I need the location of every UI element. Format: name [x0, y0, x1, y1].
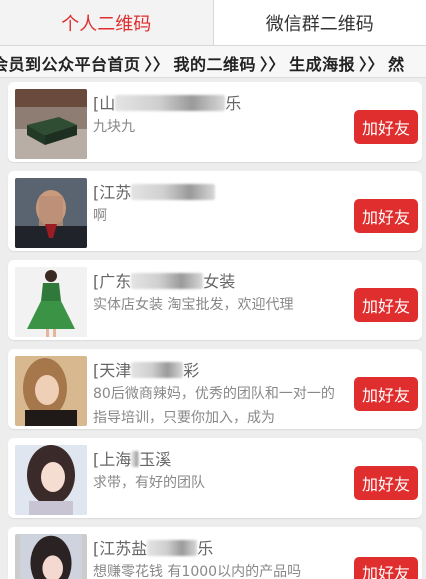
- chevron-right-icon: 〉〉: [359, 55, 385, 74]
- breadcrumb-next[interactable]: 然: [388, 55, 405, 74]
- list-item: [山乐 九块九 加好友: [8, 82, 422, 162]
- list-item: [广东 女装 实体店女装 淘宝批发，欢迎代理 加好友: [8, 260, 422, 340]
- contact-name: [天津彩: [93, 361, 200, 380]
- redaction-blur: [131, 184, 216, 200]
- add-friend-button[interactable]: 加好友: [354, 110, 418, 144]
- add-friend-button[interactable]: 加好友: [354, 377, 418, 411]
- contact-name: [江苏: [93, 179, 216, 203]
- contact-name: [上海 玉溪: [93, 450, 172, 469]
- avatar: [15, 534, 87, 579]
- avatar: [15, 178, 87, 248]
- redaction-blur: [131, 451, 140, 467]
- tab-bar: 个人二维码 微信群二维码: [0, 0, 426, 46]
- avatar: [15, 267, 87, 337]
- contact-desc: 实体店女装 淘宝批发，欢迎代理: [93, 297, 294, 313]
- contact-desc: 九块九: [93, 119, 135, 135]
- chevron-right-icon: 〉〉: [260, 55, 286, 74]
- add-friend-button[interactable]: 加好友: [354, 466, 418, 500]
- breadcrumb-my-qr[interactable]: 我的二维码: [174, 55, 257, 74]
- avatar: [15, 89, 87, 159]
- list-item: [天津彩 80后微商辣妈，优秀的团队和一对一的指导培训，只要你加入，成为 加好友: [8, 349, 422, 429]
- add-friend-button[interactable]: 加好友: [354, 557, 418, 579]
- breadcrumb-poster[interactable]: 生成海报: [289, 55, 355, 74]
- contact-desc: 想赚零花钱 有1000以内的产品吗: [93, 564, 302, 579]
- redaction-blur: [131, 362, 184, 378]
- list-item: [上海 玉溪 求带，有好的团队 加好友: [8, 438, 422, 518]
- tab-group-qr[interactable]: 微信群二维码: [212, 0, 426, 45]
- list-item: [江苏盐乐 想赚零花钱 有1000以内的产品吗 加好友: [8, 527, 422, 579]
- redaction-blur: [115, 95, 226, 111]
- contact-desc: 80后微商辣妈，优秀的团队和一对一的指导培训，只要你加入，成为: [93, 386, 335, 426]
- avatar: [15, 356, 87, 426]
- chevron-right-icon: 〉〉: [144, 55, 170, 74]
- breadcrumb: 会员到公众平台首页 〉〉 我的二维码 〉〉 生成海报 〉〉然: [0, 46, 426, 78]
- add-friend-button[interactable]: 加好友: [354, 288, 418, 322]
- add-friend-button[interactable]: 加好友: [354, 199, 418, 233]
- contact-desc: 求带，有好的团队: [93, 475, 205, 491]
- contact-name: [广东 女装: [93, 272, 236, 291]
- list-item: [江苏 啊 加好友: [8, 171, 422, 251]
- avatar: [15, 445, 87, 515]
- redaction-blur: [131, 273, 204, 289]
- breadcrumb-home[interactable]: 会员到公众平台首页: [0, 55, 141, 74]
- contact-name: [江苏盐乐: [93, 539, 214, 558]
- contact-desc: 啊: [93, 208, 107, 224]
- tab-personal-qr[interactable]: 个人二维码: [0, 0, 213, 45]
- contact-name: [山乐: [93, 94, 242, 113]
- redaction-blur: [147, 540, 198, 556]
